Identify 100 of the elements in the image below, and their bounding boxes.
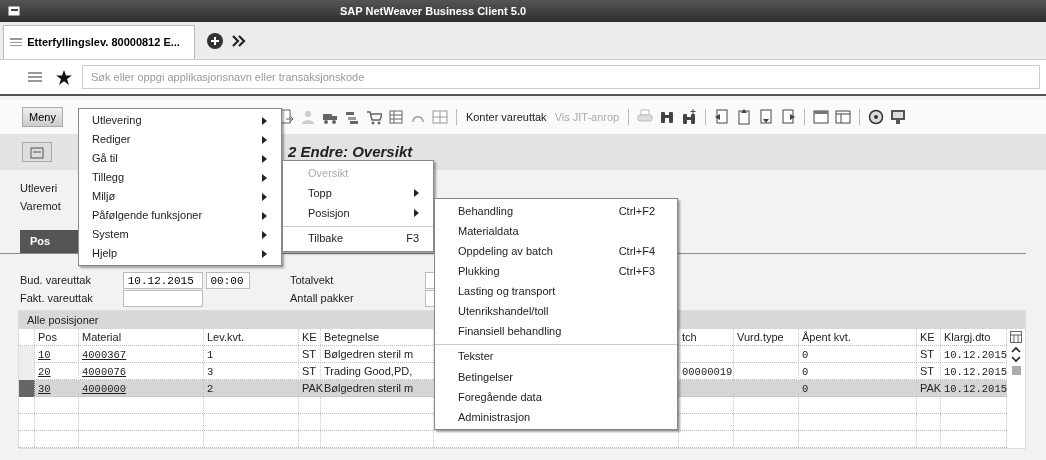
page-first-icon[interactable] (714, 109, 731, 125)
star-icon[interactable] (56, 69, 72, 85)
table-cell: 3 (207, 366, 214, 379)
column-header: Klargj.dto (944, 331, 991, 344)
menu-button[interactable]: Meny (22, 107, 63, 127)
menu-item[interactable]: Posisjon (283, 203, 433, 223)
menu-item[interactable]: Tillegg (79, 168, 281, 187)
list-icon[interactable] (28, 71, 42, 83)
input-field[interactable] (122, 290, 203, 307)
field-label: Totalvekt (290, 273, 335, 289)
grid-document-icon[interactable] (387, 109, 404, 125)
menu-item[interactable]: Påfølgende funksjoner (79, 206, 281, 225)
menu-item[interactable]: Behandling Ctrl+F2 (435, 201, 677, 221)
app-icon[interactable] (8, 6, 20, 16)
input-field[interactable] (425, 272, 435, 289)
menu-item[interactable]: Betingelser (435, 367, 677, 387)
cart-icon[interactable] (365, 109, 382, 125)
table-cell: 0 (802, 349, 809, 362)
material-link[interactable]: 4000000 (82, 383, 127, 396)
window-icon[interactable] (813, 109, 830, 125)
submenu-arrow-icon (262, 116, 267, 125)
field-label: Bud. vareuttak (20, 273, 92, 289)
menu-item[interactable]: Oppdeling av batch Ctrl+F4 (435, 241, 677, 261)
material-link[interactable]: 4000367 (82, 349, 127, 362)
position-link[interactable]: 10 (38, 349, 51, 362)
submenu-arrow-icon (262, 192, 267, 201)
window-title: SAP NetWeaver Business Client 5.0 (340, 3, 527, 19)
page-last-icon[interactable] (780, 109, 797, 125)
monitor-icon[interactable] (890, 109, 907, 125)
toolbar-button[interactable]: Konter vareuttak (461, 108, 551, 126)
binoculars-icon[interactable] (659, 109, 676, 125)
field-label: Varemot (20, 200, 61, 212)
display-toggle-button[interactable] (22, 142, 52, 162)
table-cell: Bølgedren steril m (324, 348, 414, 361)
table-cell: 0 (802, 366, 809, 379)
help-icon[interactable] (868, 109, 885, 125)
window-split-icon[interactable] (835, 109, 852, 125)
binoculars-plus-icon[interactable] (681, 109, 698, 125)
table-cell: 2 (207, 383, 214, 396)
table-title: Alle posisjoner (27, 313, 99, 328)
menu-item[interactable]: Finansiell behandling (435, 321, 677, 341)
menu-item[interactable]: Rediger (79, 130, 281, 149)
page-previous-icon[interactable] (736, 109, 753, 125)
menu-item[interactable]: System (79, 225, 281, 244)
submenu-arrow-icon (262, 135, 267, 144)
time-field[interactable]: 00:00 (205, 272, 250, 289)
menu-item[interactable]: Foregående data (435, 387, 677, 407)
table-cell: 0 (802, 383, 809, 396)
menu-item[interactable]: Miljø (79, 187, 281, 206)
field-label: Fakt. vareuttak (20, 291, 94, 307)
table-cell: ST (302, 348, 317, 361)
row-selector[interactable] (19, 363, 35, 381)
table-cell: ST (920, 348, 935, 361)
input-field[interactable] (425, 290, 435, 307)
menu-item[interactable]: Hjelp (79, 244, 281, 263)
stack-icon[interactable] (343, 109, 360, 125)
column-header: tch (682, 331, 697, 344)
table-cell: 10.12.2015 (944, 383, 1007, 396)
window-icon (30, 146, 44, 159)
menu-item[interactable]: Plukking Ctrl+F3 (435, 261, 677, 281)
scroll-up-icon[interactable] (1011, 346, 1021, 353)
material-link[interactable]: 4000076 (82, 366, 127, 379)
table-cell: ST (302, 365, 317, 378)
menu-item[interactable]: Utenrikshandel/toll (435, 301, 677, 321)
column-header: Vurd.type (737, 331, 784, 344)
position-link[interactable]: 30 (38, 383, 51, 396)
submenu-arrow-icon (414, 189, 419, 197)
column-header: KE (920, 331, 935, 344)
menu-item[interactable]: Tekster (435, 344, 677, 367)
table-settings-icon[interactable] (1010, 331, 1022, 344)
submenu-arrow-icon (262, 154, 267, 163)
column-header: KE (302, 331, 317, 344)
menu-item[interactable]: Gå til (79, 149, 281, 168)
row-selector[interactable] (19, 380, 35, 398)
page-next-icon[interactable] (758, 109, 775, 125)
search-field[interactable]: Søk eller oppgi applikasjonsnavn eller transaksjonskode (82, 65, 1040, 89)
page-title: 2 Endre: Oversikt (288, 141, 413, 162)
submenu-arrow-icon (262, 211, 267, 220)
submenu-arrow-icon (414, 209, 419, 217)
double-chevron-icon[interactable] (231, 35, 246, 47)
menu-item[interactable]: Administrasjon (435, 407, 677, 427)
input-field[interactable]: 10.12.2015 (122, 272, 203, 289)
menu-item[interactable]: Utlevering (79, 111, 281, 130)
submenu-arrow-icon (262, 249, 267, 258)
menu-item[interactable]: Tilbake F3 (283, 226, 433, 249)
table-cell: Trading Good,PD, (324, 365, 413, 378)
menu-item[interactable]: Topp (283, 183, 433, 203)
position-link[interactable]: 20 (38, 366, 51, 379)
table-cell: 10.12.2015 (944, 349, 1007, 362)
scroll-thumb[interactable] (1011, 365, 1021, 375)
menu-item[interactable]: Materialdata (435, 221, 677, 241)
column-header: Lev.kvt. (207, 331, 245, 344)
table-cell: 10.12.2015 (944, 366, 1007, 379)
scroll-down-icon[interactable] (1011, 355, 1021, 363)
menu-item[interactable]: Lasting og transport (435, 281, 677, 301)
plus-circle-icon[interactable] (206, 33, 223, 49)
column-header: Pos (38, 331, 57, 344)
document-tab[interactable]: Etterfyllingslev. 80000812 E... (2, 25, 195, 59)
column-header: Åpent kvt. (802, 331, 851, 344)
table-cell: 1 (207, 349, 214, 362)
